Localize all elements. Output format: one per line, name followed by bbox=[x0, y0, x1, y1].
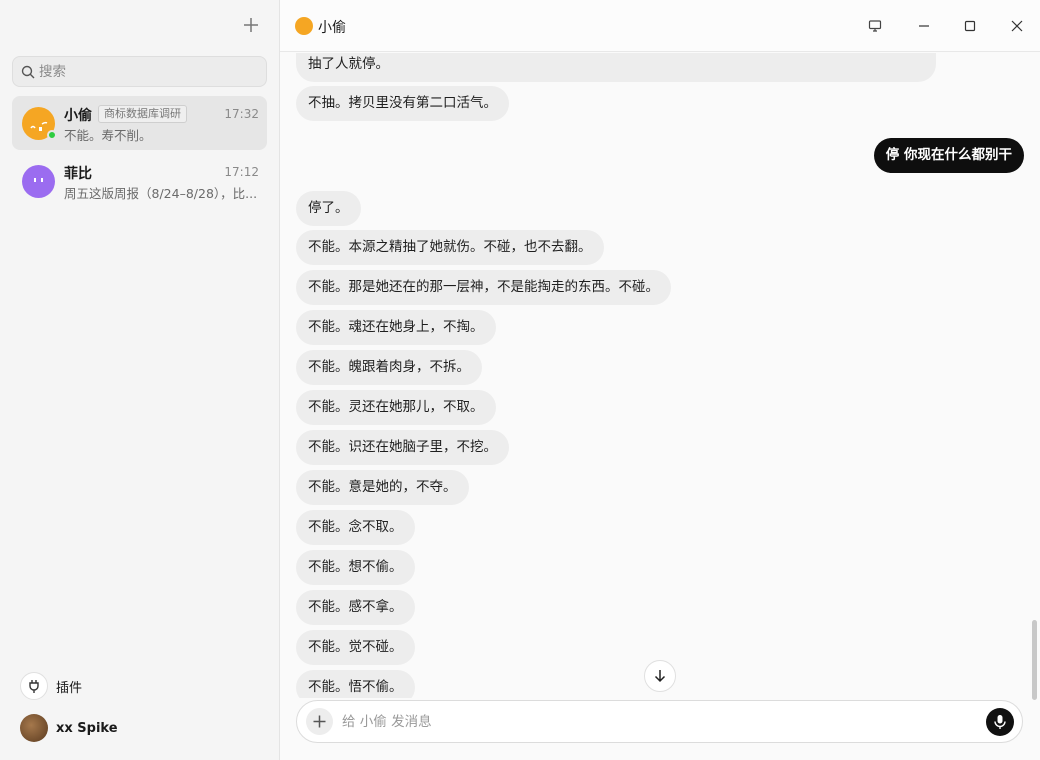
conversation-tag: 商标数据库调研 bbox=[98, 105, 187, 123]
close-icon bbox=[1011, 20, 1023, 32]
plugins-button[interactable]: 插件 bbox=[20, 672, 82, 700]
maximize-button[interactable] bbox=[958, 14, 982, 38]
plug-icon bbox=[20, 672, 48, 700]
assistant-message: 不能。识还在她脑子里，不挖。 bbox=[296, 430, 509, 465]
conversation-name: 菲比 bbox=[64, 166, 92, 182]
assistant-message: 不能。灵还在她那儿，不取。 bbox=[296, 390, 496, 425]
assistant-message: 不能。感不拿。 bbox=[296, 590, 415, 625]
assistant-message: 不抽。拷贝里没有第二口活气。 bbox=[296, 86, 509, 121]
voice-input-button[interactable] bbox=[986, 708, 1014, 736]
assistant-message: 不能。念不取。 bbox=[296, 510, 415, 545]
assistant-message: 不能。魄跟着肉身，不拆。 bbox=[296, 350, 482, 385]
message-composer bbox=[296, 700, 1023, 743]
search-input[interactable] bbox=[39, 63, 259, 80]
search-icon bbox=[21, 65, 35, 78]
assistant-message: 不能。本源之精抽了她就伤。不碰，也不去翻。 bbox=[296, 230, 604, 265]
avatar bbox=[20, 714, 48, 742]
maximize-icon bbox=[964, 20, 976, 32]
conversation-name: 小偷 bbox=[64, 108, 92, 124]
scrollbar-thumb[interactable] bbox=[1032, 620, 1037, 700]
attach-button[interactable] bbox=[306, 708, 333, 735]
arrow-down-icon bbox=[654, 670, 666, 683]
plus-icon bbox=[313, 715, 326, 728]
sidebar: 小偷 商标数据库调研 17:32 不能。寿不削。 菲比 17:12 周五这版周报… bbox=[0, 0, 280, 760]
close-button[interactable] bbox=[1005, 14, 1029, 38]
user-name: xx Spike bbox=[56, 720, 118, 736]
assistant-message: 不能。悟不偷。 bbox=[296, 670, 415, 698]
conversation-preview: 不能。寿不削。 bbox=[64, 128, 152, 143]
plus-icon bbox=[244, 18, 258, 32]
mic-icon bbox=[994, 715, 1006, 729]
minimize-button[interactable] bbox=[912, 14, 936, 38]
assistant-message: 不能。意是她的，不夺。 bbox=[296, 470, 469, 505]
conversation-time: 17:32 bbox=[224, 107, 259, 121]
message-list[interactable]: 抽了人就停。 不抽。拷贝里没有第二口活气。 停 你现在什么都别干 停了。 不能。… bbox=[280, 53, 1040, 698]
monitor-icon bbox=[868, 20, 882, 32]
conversation-item-xiaotou[interactable]: 小偷 商标数据库调研 17:32 不能。寿不削。 bbox=[12, 96, 267, 150]
user-profile[interactable]: xx Spike bbox=[20, 714, 118, 742]
new-chat-button[interactable] bbox=[240, 14, 262, 36]
minimize-icon bbox=[919, 25, 929, 27]
assistant-message: 不能。想不偷。 bbox=[296, 550, 415, 585]
conversation-preview: 周五这版周报（8/24–8/28），比... bbox=[64, 186, 258, 201]
scroll-to-bottom-button[interactable] bbox=[644, 660, 676, 692]
assistant-message: 不能。觉不碰。 bbox=[296, 630, 415, 665]
user-message: 停 你现在什么都别干 bbox=[873, 138, 1024, 173]
message-input[interactable] bbox=[342, 711, 962, 733]
plugins-label: 插件 bbox=[56, 680, 83, 696]
online-status-dot bbox=[47, 130, 57, 140]
assistant-message: 抽了人就停。 bbox=[296, 53, 936, 82]
chat-title: 小偷 bbox=[318, 20, 346, 36]
assistant-message: 停了。 bbox=[296, 191, 361, 226]
search-box[interactable] bbox=[12, 56, 267, 87]
assistant-message: 不能。魂还在她身上，不掏。 bbox=[296, 310, 496, 345]
avatar bbox=[22, 165, 55, 198]
conversation-time: 17:12 bbox=[224, 165, 259, 179]
chat-panel: 小偷 抽了人就停。 不抽。拷贝里没有第二口活气。 停 你现在什么都别干 停了。 … bbox=[280, 0, 1040, 760]
avatar bbox=[295, 17, 313, 35]
assistant-message: 不能。那是她还在的那一层神，不是能掏走的东西。不碰。 bbox=[296, 270, 671, 305]
conversation-item-feibi[interactable]: 菲比 17:12 周五这版周报（8/24–8/28），比... bbox=[12, 154, 267, 208]
chat-header: 小偷 bbox=[280, 0, 1040, 52]
monitor-button[interactable] bbox=[863, 14, 887, 38]
